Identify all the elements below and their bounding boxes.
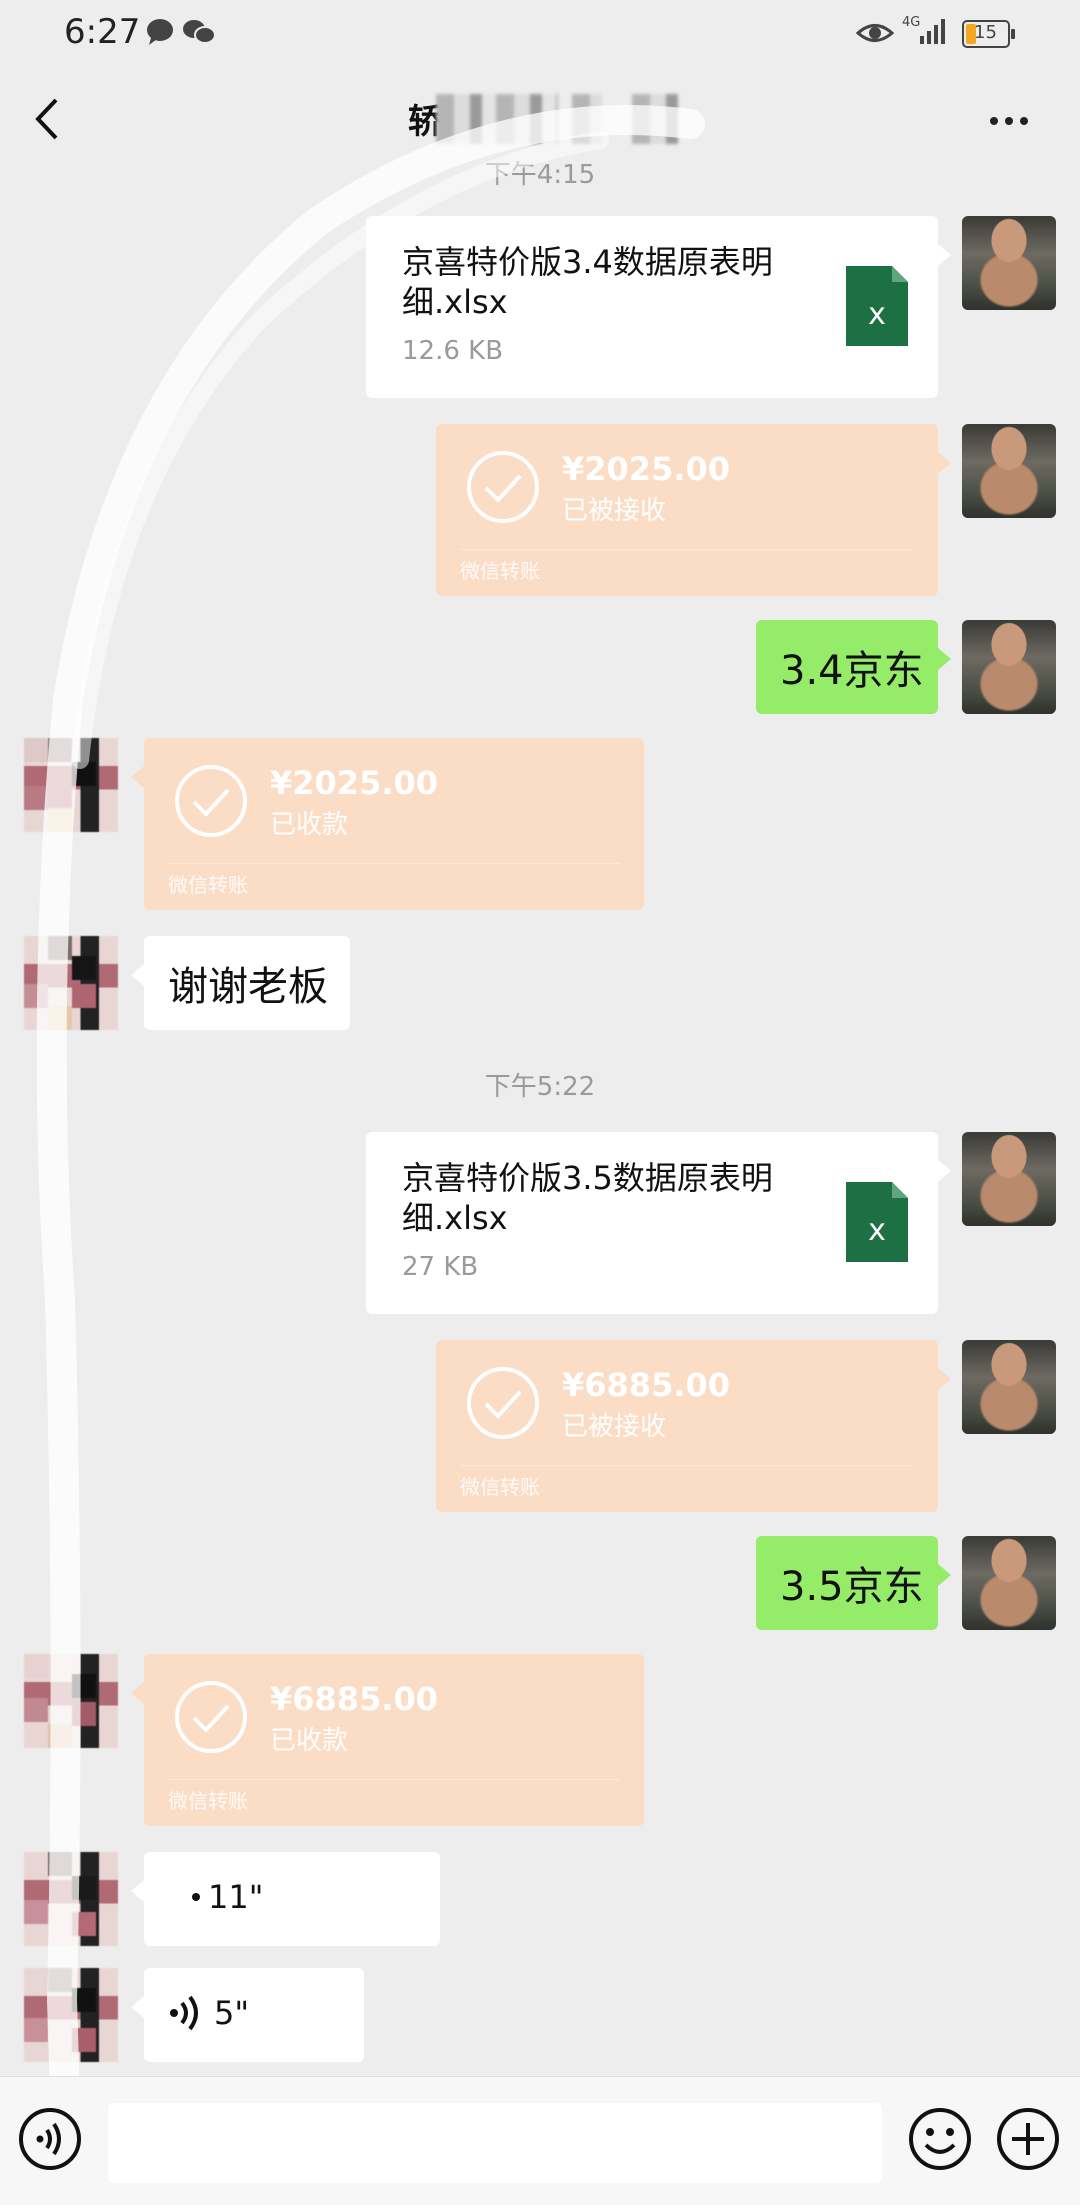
title-redaction [572, 94, 602, 144]
transfer-footer: 微信转账 [460, 559, 540, 583]
voice-message[interactable]: 5" [144, 1968, 364, 2062]
chat-input-bar [0, 2076, 1080, 2205]
battery-icon: 15 [962, 20, 1015, 48]
contact-avatar[interactable] [24, 738, 118, 832]
timestamp: 下午5:22 [484, 1072, 596, 1102]
bubble-tail [131, 766, 144, 788]
contact-avatar[interactable] [24, 1654, 118, 1748]
contact-avatar[interactable] [24, 1852, 118, 1946]
transfer-footer: 微信转账 [460, 1475, 540, 1499]
excel-file-icon: x [846, 266, 908, 346]
title-redaction [436, 94, 558, 144]
voice-play-icon [170, 1995, 198, 2031]
signal-icon [920, 19, 945, 44]
my-avatar[interactable] [962, 424, 1056, 518]
bubble-tail [938, 648, 951, 670]
message-input[interactable] [108, 2103, 882, 2183]
transfer-amount: ¥2025.00 [270, 764, 439, 802]
my-avatar[interactable] [962, 1340, 1056, 1434]
bubble-tail [131, 1880, 144, 1902]
file-message[interactable]: 京喜特价版3.5数据原表明细.xlsx 27 KB x [366, 1132, 938, 1314]
file-message[interactable]: 京喜特价版3.4数据原表明细.xlsx 12.6 KB x [366, 216, 938, 398]
excel-file-icon: x [846, 1182, 908, 1262]
add-plus-icon[interactable] [996, 2107, 1060, 2171]
text-message[interactable]: 3.4京东 [756, 620, 938, 714]
transfer-footer: 微信转账 [168, 1789, 248, 1813]
message-text: 3.4京东 [780, 648, 924, 694]
wechat-icon [183, 20, 216, 44]
title-redaction [632, 94, 678, 144]
transfer-message[interactable]: ¥6885.00 已收款 微信转账 [144, 1654, 644, 1826]
message-text: 谢谢老板 [168, 964, 328, 1010]
transfer-message[interactable]: ¥2025.00 已被接收 微信转账 [436, 424, 938, 596]
my-avatar[interactable] [962, 1536, 1056, 1630]
text-message[interactable]: 谢谢老板 [144, 936, 350, 1030]
bubble-tail [938, 1160, 951, 1182]
transfer-status: 已收款 [270, 1726, 349, 1756]
transfer-amount: ¥6885.00 [562, 1366, 731, 1404]
my-avatar[interactable] [962, 1132, 1056, 1226]
file-size: 27 KB [402, 1252, 479, 1282]
voice-play-icon [192, 1893, 200, 1901]
divider [168, 1779, 620, 1780]
bubble-tail [131, 964, 144, 986]
contact-avatar[interactable] [24, 936, 118, 1030]
transfer-footer: 微信转账 [168, 873, 248, 897]
bubble-tail [131, 1682, 144, 1704]
bubble-tail [938, 1564, 951, 1586]
contact-avatar[interactable] [24, 1968, 118, 2062]
check-circle-icon [175, 1681, 247, 1753]
divider [460, 549, 914, 550]
bubble-tail [938, 244, 951, 266]
timestamp: 下午4:15 [484, 160, 596, 190]
file-name: 京喜特价版3.4数据原表明细.xlsx [402, 243, 773, 321]
transfer-amount: ¥2025.00 [562, 450, 731, 488]
emoji-icon[interactable] [908, 2107, 972, 2171]
more-options-icon[interactable] [990, 110, 1036, 126]
transfer-status: 已被接收 [562, 496, 667, 526]
svg-text:x: x [868, 1213, 886, 1248]
check-circle-icon [175, 765, 247, 837]
file-name: 京喜特价版3.5数据原表明细.xlsx [402, 1159, 773, 1237]
divider [460, 1465, 914, 1466]
my-avatar[interactable] [962, 216, 1056, 310]
status-bar: 6:27 4G 15 [0, 0, 1080, 64]
voice-duration: 5" [214, 1994, 250, 2032]
back-arrow-icon[interactable] [28, 94, 68, 144]
voice-duration: 11" [208, 1878, 264, 1916]
transfer-status: 已被接收 [562, 1412, 667, 1442]
battery-level: 15 [974, 22, 997, 43]
transfer-status: 已收款 [270, 810, 349, 840]
divider [168, 863, 620, 864]
bubble-tail [938, 452, 951, 474]
transfer-message[interactable]: ¥6885.00 已被接收 微信转账 [436, 1340, 938, 1512]
bubble-tail [131, 1996, 144, 2018]
svg-text:x: x [868, 297, 886, 332]
file-size: 12.6 KB [402, 336, 504, 366]
message-text: 3.5京东 [780, 1564, 924, 1610]
my-avatar[interactable] [962, 620, 1056, 714]
check-circle-icon [467, 1367, 539, 1439]
text-message[interactable]: 3.5京东 [756, 1536, 938, 1630]
status-time: 6:27 [64, 12, 141, 52]
eye-icon [856, 24, 894, 42]
bubble-tail [938, 1368, 951, 1390]
voice-input-icon[interactable] [18, 2107, 82, 2171]
transfer-message[interactable]: ¥2025.00 已收款 微信转账 [144, 738, 644, 910]
message-bubble-icon [147, 19, 173, 45]
transfer-amount: ¥6885.00 [270, 1680, 439, 1718]
check-circle-icon [467, 451, 539, 523]
voice-message[interactable]: 11" [144, 1852, 440, 1946]
